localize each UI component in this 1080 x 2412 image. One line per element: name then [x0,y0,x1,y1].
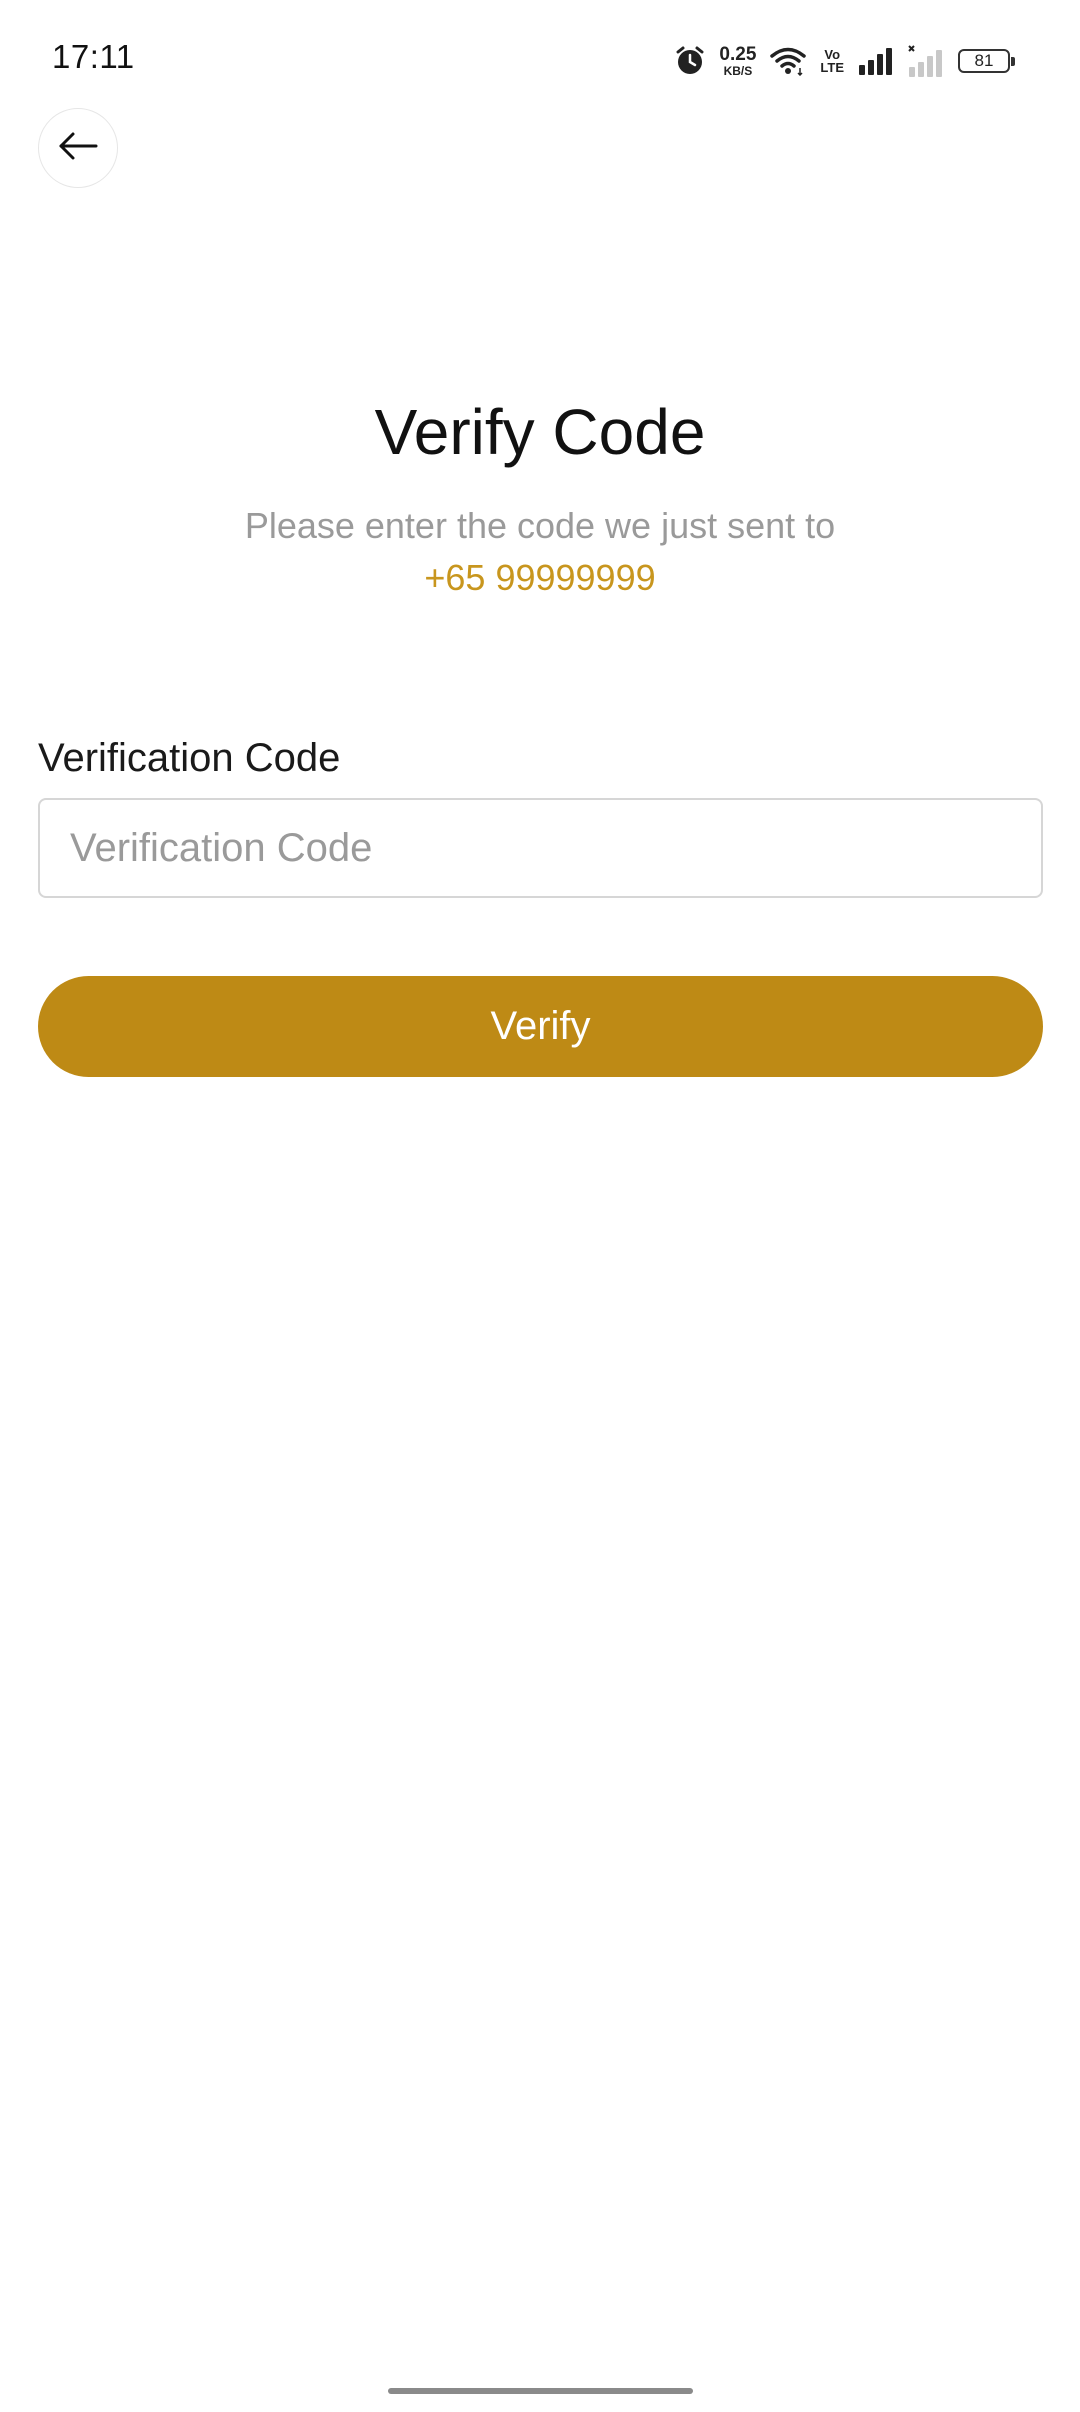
network-speed-value: 0.25 [719,44,757,65]
verification-code-label: Verification Code [38,736,341,780]
wifi-icon [770,46,807,76]
signal-no-service-icon [908,45,944,77]
phone-number: +65 99999999 [424,557,656,598]
volte-bottom-label: LTE [820,60,844,75]
home-indicator[interactable] [388,2388,693,2394]
status-bar: 17:11 0.25 KB/S Vo LTE 81 [0,0,1080,120]
subtitle: Please enter the code we just sent to [244,505,836,546]
verification-code-input[interactable] [38,798,1043,898]
back-button[interactable] [38,108,118,188]
battery-level: 81 [974,51,994,70]
battery-icon: 81 [958,49,1015,73]
alarm-icon [675,45,705,77]
verify-button[interactable]: Verify [38,976,1043,1077]
network-speed-unit: KB/S [723,64,753,78]
status-icons: 0.25 KB/S Vo LTE 81 [675,40,1015,82]
page-title: Verify Code [374,396,706,468]
arrow-left-icon [58,131,98,166]
signal-icon [858,47,894,75]
network-speed: 0.25 KB/S [719,45,756,77]
status-time: 17:11 [52,38,135,75]
volte-icon: Vo LTE [820,48,844,74]
